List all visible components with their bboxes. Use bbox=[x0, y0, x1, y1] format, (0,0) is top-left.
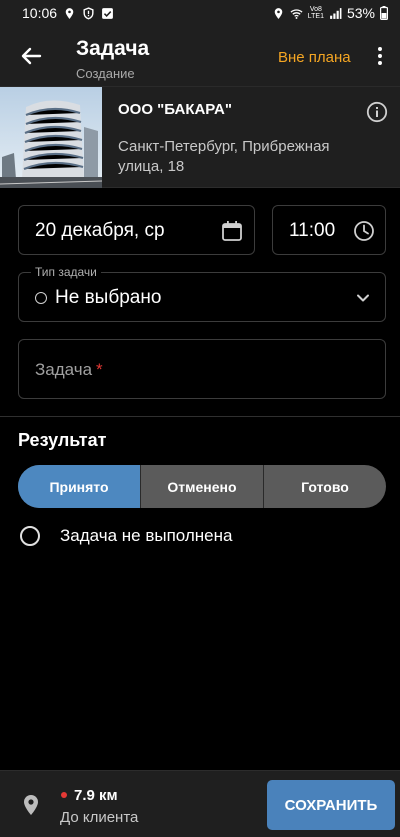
task-input[interactable]: Задача * bbox=[18, 339, 386, 399]
required-mark: * bbox=[96, 360, 103, 379]
divider bbox=[0, 416, 400, 417]
bottom-bar: 7.9 км До клиента СОХРАНИТЬ bbox=[0, 770, 400, 837]
task-type-value: Не выбрано bbox=[55, 287, 162, 308]
page-subtitle: Создание bbox=[76, 66, 135, 81]
battery-percent: 53% bbox=[346, 5, 375, 21]
calendar-icon bbox=[222, 221, 242, 241]
client-card[interactable]: ООО "БАКАРА" Санкт-Петербург, Прибрежная… bbox=[0, 86, 400, 188]
status-bar: 10:06 Vo8 LTE1 53% bbox=[0, 0, 400, 26]
task-type-select[interactable]: Тип задачи Не выбрано bbox=[18, 265, 386, 322]
app-bar: Задача Создание Вне плана bbox=[0, 26, 400, 86]
save-button[interactable]: СОХРАНИТЬ bbox=[267, 780, 395, 830]
map-pin-icon bbox=[24, 795, 38, 815]
task-not-done-label: Задача не выполнена bbox=[60, 526, 233, 545]
location-notification-icon bbox=[65, 7, 74, 19]
distance-value: 7.9 км bbox=[74, 787, 118, 804]
signal-icon bbox=[330, 7, 342, 19]
shield-notification-icon bbox=[83, 6, 94, 19]
back-arrow-icon[interactable] bbox=[16, 44, 46, 68]
unplanned-button[interactable]: Вне плана bbox=[278, 49, 351, 66]
date-field[interactable]: 20 декабря, ср bbox=[18, 205, 255, 255]
result-option-accepted[interactable]: Принято bbox=[18, 465, 140, 508]
client-building-photo bbox=[0, 87, 102, 188]
time-field[interactable]: 11:00 bbox=[272, 205, 386, 255]
network-type-label: Vo8 LTE1 bbox=[307, 6, 324, 20]
chevron-down-icon bbox=[357, 294, 369, 302]
client-name: ООО "БАКАРА" bbox=[118, 101, 232, 118]
result-section-title: Результат bbox=[18, 430, 107, 450]
task-not-done-option[interactable]: Задача не выполнена bbox=[20, 525, 232, 547]
task-type-radio-icon bbox=[35, 292, 47, 304]
distance-label: До клиента bbox=[60, 809, 139, 826]
distance-status-dot bbox=[61, 792, 67, 798]
result-option-done[interactable]: Готово bbox=[263, 465, 386, 508]
battery-icon bbox=[380, 6, 388, 20]
result-option-cancelled[interactable]: Отменено bbox=[140, 465, 263, 508]
status-time: 10:06 bbox=[22, 5, 58, 21]
wifi-icon bbox=[290, 8, 303, 19]
more-vert-icon[interactable] bbox=[370, 44, 390, 68]
task-type-label: Тип задачи bbox=[31, 265, 101, 279]
time-value: 11:00 bbox=[289, 220, 336, 241]
client-address: Санкт-Петербург, Прибрежная улица, 18 bbox=[118, 138, 330, 175]
task-placeholder: Задача * bbox=[35, 360, 103, 379]
info-icon[interactable] bbox=[366, 101, 388, 123]
location-icon bbox=[274, 7, 283, 19]
result-segmented-control: Принято Отменено Готово bbox=[18, 465, 386, 508]
page-title: Задача bbox=[76, 37, 150, 60]
clock-icon bbox=[354, 221, 374, 241]
date-value: 20 декабря, ср bbox=[35, 220, 165, 241]
radio-button[interactable] bbox=[20, 526, 40, 546]
checkbox-notification-icon bbox=[102, 7, 113, 19]
